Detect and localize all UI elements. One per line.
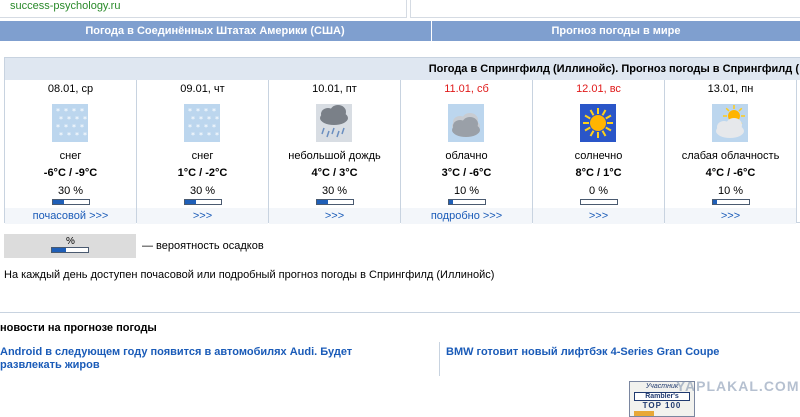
forecast-day: 11.01, сб облачно 3°C / -6°C 10 % подроб… — [401, 80, 533, 224]
section-divider — [0, 312, 800, 313]
news-divider — [439, 342, 440, 376]
news-link-audi[interactable]: Android в следующем году появится в авто… — [0, 346, 410, 372]
day-condition: снег — [59, 150, 82, 162]
day-date: 08.01, ср — [47, 83, 94, 95]
day-precip-percent: 30 % — [321, 185, 348, 197]
svg-text:*: * — [207, 131, 211, 140]
svg-text:*: * — [83, 131, 87, 140]
day-detail-link[interactable]: >>> — [269, 208, 400, 224]
counter-line3: TOP 100 — [642, 401, 682, 410]
day-precip-percent: 30 % — [57, 185, 84, 197]
svg-text:*: * — [215, 131, 219, 140]
light-rain-icon — [316, 104, 352, 142]
day-condition: небольшой дождь — [288, 150, 381, 162]
day-date: 12.01, вс — [576, 83, 621, 95]
forecast-table: Погода в Спрингфилд (Иллинойс). Прогноз … — [4, 57, 800, 224]
day-condition: солнечно — [574, 150, 623, 162]
forecast-title: Погода в Спрингфилд (Иллинойс). Прогноз … — [428, 63, 799, 75]
forecast-day: 10.01, пт небольшой дождь 4°C / 3°C 30 %… — [269, 80, 401, 224]
day-temperature: 4°C / 3°C — [311, 167, 358, 179]
day-precip-bar — [580, 199, 618, 205]
day-precip-bar — [52, 199, 90, 205]
svg-text:*: * — [59, 131, 63, 140]
day-precip-bar-fill — [53, 200, 64, 204]
day-detail-link[interactable]: подробно >>> — [401, 208, 532, 224]
site-url-link[interactable]: success-psychology.ru — [10, 0, 120, 12]
legend-bar-fill — [52, 248, 67, 252]
day-precip-bar-fill — [185, 200, 196, 204]
day-precip-percent: 10 % — [453, 185, 480, 197]
sun-icon — [580, 104, 616, 142]
day-condition: слабая облачность — [681, 150, 780, 162]
day-condition: облачно — [445, 150, 488, 162]
day-precip-bar — [712, 199, 750, 205]
day-precip-bar-fill — [713, 200, 717, 204]
day-date: 11.01, сб — [444, 83, 489, 95]
day-date: 10.01, пт — [312, 83, 357, 95]
day-condition: снег — [191, 150, 214, 162]
forecast-day: 08.01, ср * * * * * * * * * * * * * * * * снег -6°C / -… — [5, 80, 137, 224]
forecast-note: На каждый день доступен почасовой или по… — [4, 269, 495, 281]
top-left-cell: success-psychology.ru — [0, 0, 407, 18]
forecast-day: 13.01, пн слабая облачность 4°C / -6°C 1… — [665, 80, 797, 224]
day-precip-bar-fill — [449, 200, 453, 204]
day-temperature: 8°C / 1°C — [575, 167, 622, 179]
cloudy-icon — [448, 104, 484, 142]
news-row: Android в следующем году появится в авто… — [0, 340, 800, 378]
day-date: 13.01, пн — [707, 83, 754, 95]
day-precip-percent: 0 % — [589, 185, 608, 197]
svg-text:*: * — [191, 131, 195, 140]
news-link-bmw[interactable]: BMW готовит новый лифтбэк 4-Series Gran … — [446, 346, 800, 359]
svg-text:*: * — [67, 131, 71, 140]
day-detail-link[interactable]: >>> — [533, 208, 664, 224]
legend-bar — [51, 247, 89, 253]
svg-text:*: * — [199, 131, 203, 140]
snow-icon: * * * ** * * ** * * ** * * * — [52, 104, 88, 142]
day-temperature: 1°C / -2°C — [177, 167, 228, 179]
top-right-cell — [410, 0, 800, 18]
partly-cloudy-icon — [712, 104, 748, 142]
day-precip-bar — [184, 199, 222, 205]
watermark: YAPLAKAL.COM — [676, 378, 800, 394]
snow-icon: * * * ** * * ** * * ** * * * — [184, 104, 220, 142]
day-temperature: 3°C / -6°C — [441, 167, 492, 179]
top-strip: success-psychology.ru — [0, 0, 800, 18]
day-precip-percent: 30 % — [189, 185, 216, 197]
day-detail-link[interactable]: почасовой >>> — [5, 208, 136, 224]
svg-text:*: * — [75, 131, 79, 140]
day-precip-bar — [448, 199, 486, 205]
day-date: 09.01, чт — [180, 83, 225, 95]
day-precip-bar-fill — [317, 200, 328, 204]
legend-percent-symbol: % — [66, 236, 75, 247]
day-temperature: 4°C / -6°C — [705, 167, 756, 179]
forecast-header: Погода в Спрингфилд (Иллинойс). Прогноз … — [5, 58, 800, 80]
nav-usa-weather[interactable]: Погода в Соединённых Штатах Америки (США… — [0, 21, 430, 41]
nav-bar: Погода в Соединённых Штатах Америки (США… — [0, 21, 800, 41]
forecast-day: 09.01, чт * * * * * * * * * * * * * * * * снег 1°C / -2… — [137, 80, 269, 224]
day-detail-link[interactable]: >>> — [665, 208, 796, 224]
day-precip-bar — [316, 199, 354, 205]
news-title: новости на прогнозе погоды — [0, 322, 157, 334]
forecast-day: 12.01, вс солнечно 8°C / 1°C 0 % >>> — [533, 80, 665, 224]
legend-box: % — [4, 234, 136, 258]
counter-stripe — [634, 411, 654, 416]
day-precip-percent: 10 % — [717, 185, 744, 197]
day-temperature: -6°C / -9°C — [43, 167, 98, 179]
legend-text: — вероятность осадков — [142, 240, 264, 252]
day-detail-link[interactable]: >>> — [137, 208, 268, 224]
nav-world-forecast[interactable]: Прогноз погоды в мире — [431, 21, 800, 41]
